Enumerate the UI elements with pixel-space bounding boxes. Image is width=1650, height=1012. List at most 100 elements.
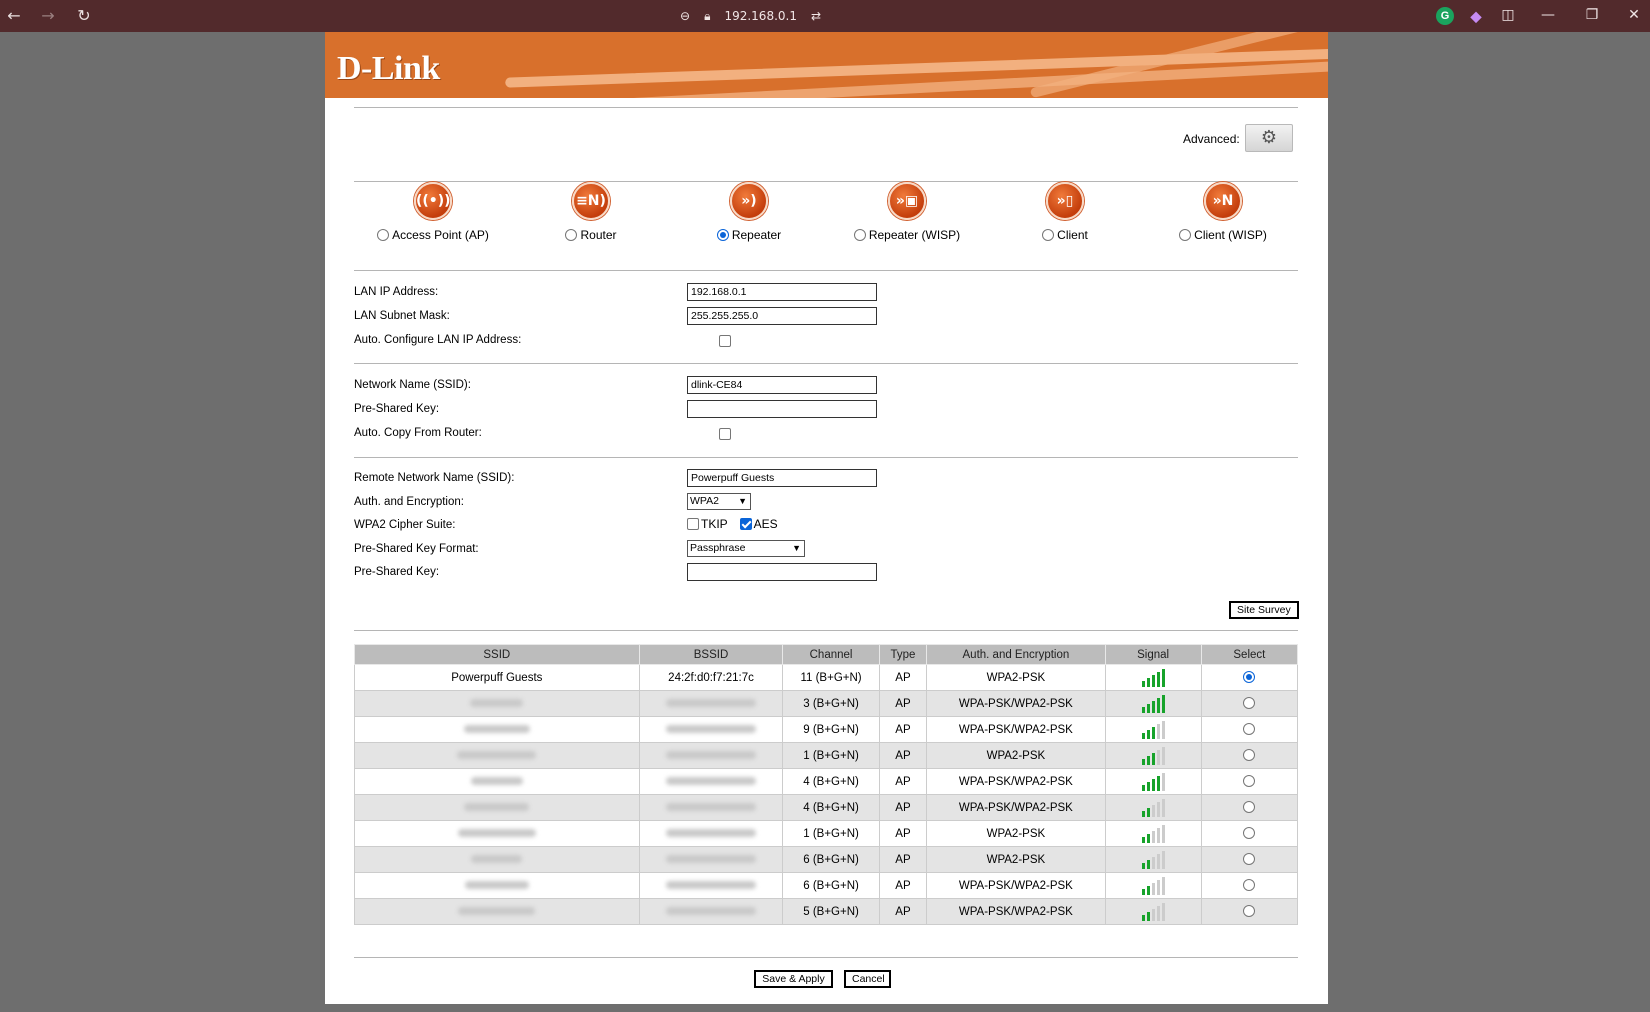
ssid-cell: Powerpuff Guests: [354, 664, 640, 691]
select-radio[interactable]: [1243, 853, 1256, 866]
type-cell: AP: [878, 690, 928, 717]
ssid-input[interactable]: dlink-CE84: [687, 376, 877, 394]
header-banner: D-Link: [325, 32, 1328, 98]
advanced-button[interactable]: ⚙: [1245, 124, 1293, 152]
site-survey-table: SSID BSSID Channel Type Auth. and Encryp…: [354, 644, 1299, 925]
address-text[interactable]: 192.168.0.1: [724, 6, 797, 26]
auth-cell: WPA2-PSK: [926, 846, 1106, 873]
channel-cell: 1 (B+G+N): [782, 820, 880, 847]
auth-select[interactable]: WPA2 ▼: [687, 493, 751, 510]
table-row[interactable]: 5 (B+G+N) AP WPA-PSK/WPA2-PSK: [354, 898, 1299, 925]
lan-mask-input[interactable]: 255.255.255.0: [687, 307, 877, 325]
auth-cell: WPA-PSK/WPA2-PSK: [926, 768, 1106, 795]
router-icon: ≡N): [572, 182, 610, 220]
mode-radio-client-wisp[interactable]: [1179, 229, 1192, 241]
select-cell: [1200, 664, 1299, 691]
auto-copy-checkbox[interactable]: [719, 427, 731, 440]
minimize-icon[interactable]: —: [1538, 5, 1558, 25]
signal-bar: [1161, 746, 1165, 765]
mode-radio-client[interactable]: [1042, 229, 1055, 241]
table-row[interactable]: 4 (B+G+N) AP WPA-PSK/WPA2-PSK: [354, 768, 1299, 795]
table-row[interactable]: 1 (B+G+N) AP WPA2-PSK: [354, 820, 1299, 847]
select-radio[interactable]: [1243, 905, 1256, 918]
repeater-wisp-icon: »▣: [888, 182, 926, 220]
forward-icon[interactable]: →: [38, 6, 58, 26]
aes-checkbox[interactable]: [739, 518, 752, 530]
select-radio[interactable]: [1243, 775, 1256, 788]
remote-ssid-input[interactable]: Powerpuff Guests: [687, 469, 877, 487]
site-settings-icon[interactable]: ⇄: [811, 6, 821, 26]
select-radio[interactable]: [1243, 723, 1256, 736]
signal-bar: [1156, 697, 1160, 713]
save-apply-button[interactable]: Save & Apply: [754, 970, 833, 988]
redacted-bssid: [666, 776, 757, 785]
cancel-button[interactable]: Cancel: [844, 970, 891, 988]
table-row[interactable]: 3 (B+G+N) AP WPA-PSK/WPA2-PSK: [354, 690, 1299, 717]
close-icon[interactable]: ✕: [1624, 5, 1644, 25]
redacted-ssid: [471, 854, 523, 863]
signal-bar: [1156, 905, 1160, 921]
mode-client-wisp[interactable]: »N Client (WISP): [1144, 182, 1302, 242]
ssid-cell: [354, 898, 640, 925]
key-format-select[interactable]: Passphrase ▼: [687, 540, 805, 557]
signal-cell: [1104, 794, 1202, 821]
auth-cell: WPA2-PSK: [926, 742, 1106, 769]
client-icon: »▯: [1046, 182, 1084, 220]
select-radio[interactable]: [1243, 749, 1256, 762]
reload-icon[interactable]: ↻: [74, 6, 94, 26]
dlink-logo: D-Link: [337, 50, 440, 87]
table-row[interactable]: 6 (B+G+N) AP WPA-PSK/WPA2-PSK: [354, 872, 1299, 899]
type-cell: AP: [878, 846, 928, 873]
signal-bar: [1141, 888, 1145, 895]
mode-repeater-wisp[interactable]: »▣ Repeater (WISP): [828, 182, 986, 242]
mode-radio-router[interactable]: [565, 229, 578, 241]
address-bar[interactable]: ⊖ 🔒︎ 192.168.0.1 ⇄: [680, 6, 821, 26]
table-row[interactable]: 6 (B+G+N) AP WPA2-PSK: [354, 846, 1299, 873]
select-radio[interactable]: [1243, 801, 1256, 814]
signal-cell: [1104, 768, 1202, 795]
signal-bar: [1156, 853, 1160, 869]
select-cell: [1200, 820, 1299, 847]
redacted-ssid: [463, 724, 530, 733]
site-survey-button[interactable]: Site Survey: [1229, 601, 1299, 619]
ssid-cell: [354, 794, 640, 821]
auto-lan-checkbox[interactable]: [719, 334, 731, 347]
signal-cell: [1104, 664, 1202, 691]
mode-router[interactable]: ≡N) Router: [512, 182, 670, 242]
mode-radio-ap[interactable]: [377, 229, 390, 241]
signal-bar: [1156, 827, 1160, 843]
auth-cell: WPA2-PSK: [926, 820, 1106, 847]
remote-psk-input[interactable]: [687, 563, 877, 581]
mode-access-point[interactable]: ((•)) Access Point (AP): [354, 182, 512, 242]
mode-repeater[interactable]: ») Repeater: [670, 182, 828, 242]
psk-input[interactable]: [687, 400, 877, 418]
signal-strength-icon: [1141, 824, 1165, 843]
lan-ip-input[interactable]: 192.168.0.1: [687, 283, 877, 301]
mode-radio-repeater-wisp[interactable]: [853, 229, 866, 241]
auth-row: Auth. and Encryption: WPA2 ▼: [354, 493, 1298, 513]
select-radio[interactable]: [1243, 879, 1256, 892]
lan-mask-row: LAN Subnet Mask: 255.255.255.0: [354, 307, 1298, 327]
table-row[interactable]: 9 (B+G+N) AP WPA-PSK/WPA2-PSK: [354, 716, 1299, 743]
mode-client[interactable]: »▯ Client: [986, 182, 1144, 242]
back-icon[interactable]: ←: [4, 6, 24, 26]
table-row[interactable]: 4 (B+G+N) AP WPA-PSK/WPA2-PSK: [354, 794, 1299, 821]
select-radio[interactable]: [1243, 697, 1256, 710]
table-row[interactable]: Powerpuff Guests 24:2f:d0:f7:21:7c 11 (B+G…: [354, 664, 1299, 691]
mode-radio-repeater[interactable]: [716, 229, 729, 241]
grammarly-icon[interactable]: G: [1436, 7, 1454, 25]
table-row[interactable]: 1 (B+G+N) AP WPA2-PSK: [354, 742, 1299, 769]
select-radio[interactable]: [1243, 671, 1256, 684]
sidebar-icon[interactable]: ◫: [1498, 5, 1518, 25]
signal-strength-icon: [1141, 876, 1165, 895]
select-cell: [1200, 846, 1299, 873]
signal-bar: [1146, 755, 1150, 765]
remote-psk-label: Pre-Shared Key:: [354, 566, 440, 578]
signal-bar: [1146, 911, 1150, 921]
tkip-checkbox[interactable]: [687, 518, 699, 530]
select-radio[interactable]: [1243, 827, 1256, 840]
bssid-cell: 24:2f:d0:f7:21:7c: [638, 664, 784, 691]
extension-icon[interactable]: ◆: [1467, 7, 1485, 25]
restore-icon[interactable]: ❐: [1582, 5, 1602, 25]
select-cell: [1200, 768, 1299, 795]
